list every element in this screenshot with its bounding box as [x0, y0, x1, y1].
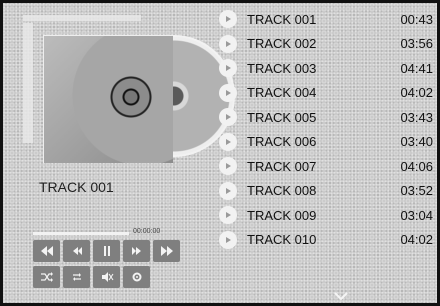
repeat-icon	[72, 273, 81, 281]
now-playing-title: TRACK 001	[39, 179, 114, 195]
rewind-fast-button[interactable]	[33, 240, 60, 262]
track-title: TRACK 006	[247, 134, 317, 150]
mute-button[interactable]	[93, 266, 120, 288]
playlist-row[interactable]: TRACK 010 04:02	[219, 228, 433, 253]
track-title: TRACK 001	[247, 11, 317, 27]
track-title: TRACK 003	[247, 60, 317, 76]
forward-fast-button[interactable]	[153, 240, 180, 262]
decorative-stripe	[23, 15, 141, 21]
track-title: TRACK 007	[247, 158, 317, 174]
album-art	[23, 15, 235, 170]
track-duration: 04:02	[400, 232, 433, 248]
repeat-button[interactable]	[63, 266, 90, 288]
playlist-row[interactable]: TRACK 003 04:41	[219, 56, 433, 81]
shuffle-icon	[40, 272, 53, 282]
pause-button[interactable]	[93, 240, 120, 262]
playlist-row[interactable]: TRACK 002 03:56	[219, 32, 433, 57]
playlist-row[interactable]: TRACK 001 00:43	[219, 7, 433, 32]
playlist-row[interactable]: TRACK 006 03:40	[219, 130, 433, 155]
play-icon[interactable]	[219, 157, 237, 176]
track-title: TRACK 005	[247, 109, 317, 125]
track-duration: 03:52	[400, 183, 433, 199]
pause-icon	[103, 246, 110, 256]
player-window: TRACK 001 00:00:00 TRACK 001 00:43 TRACK…	[0, 0, 440, 306]
next-button[interactable]	[123, 240, 150, 262]
play-icon[interactable]	[219, 206, 237, 225]
track-duration: 04:02	[400, 85, 433, 101]
now-playing-panel: TRACK 001 00:00:00	[3, 3, 235, 303]
playlist: TRACK 001 00:43 TRACK 002 03:56 TRACK 00…	[219, 7, 433, 252]
track-duration: 03:56	[400, 36, 433, 52]
previous-button[interactable]	[63, 240, 90, 262]
time-display: 00:00:00	[133, 228, 161, 235]
fast-rewind-icon	[40, 246, 53, 256]
decorative-stripe	[23, 23, 33, 143]
playlist-row[interactable]: TRACK 008 03:52	[219, 179, 433, 204]
mute-icon	[101, 272, 113, 282]
gear-icon	[132, 272, 141, 282]
shuffle-button[interactable]	[33, 266, 60, 288]
play-icon[interactable]	[219, 108, 237, 127]
play-icon[interactable]	[219, 181, 237, 200]
play-icon[interactable]	[219, 230, 237, 249]
play-icon[interactable]	[219, 59, 237, 78]
fast-forward-icon	[160, 246, 173, 256]
play-icon[interactable]	[219, 10, 237, 29]
track-duration: 03:04	[400, 207, 433, 223]
track-title: TRACK 008	[247, 183, 317, 199]
playback-controls	[33, 240, 180, 288]
play-icon[interactable]	[219, 83, 237, 102]
track-duration: 04:06	[400, 158, 433, 174]
previous-icon	[72, 247, 82, 255]
progress-bar[interactable]	[33, 232, 129, 235]
track-title: TRACK 010	[247, 232, 317, 248]
playlist-row[interactable]: TRACK 009 03:04	[219, 203, 433, 228]
track-title: TRACK 009	[247, 207, 317, 223]
track-duration: 04:41	[400, 60, 433, 76]
playlist-row[interactable]: TRACK 005 03:43	[219, 105, 433, 130]
next-icon	[131, 247, 141, 255]
cd-case-image	[43, 35, 173, 163]
track-duration: 00:43	[400, 11, 433, 27]
playlist-row[interactable]: TRACK 004 04:02	[219, 81, 433, 106]
track-title: TRACK 002	[247, 36, 317, 52]
track-title: TRACK 004	[247, 85, 317, 101]
playlist-row[interactable]: TRACK 007 04:06	[219, 154, 433, 179]
settings-button[interactable]	[123, 266, 150, 288]
play-icon[interactable]	[219, 132, 237, 151]
track-duration: 03:43	[400, 109, 433, 125]
scroll-down-chevron-icon[interactable]	[333, 291, 349, 301]
track-duration: 03:40	[400, 134, 433, 150]
play-icon[interactable]	[219, 34, 237, 53]
